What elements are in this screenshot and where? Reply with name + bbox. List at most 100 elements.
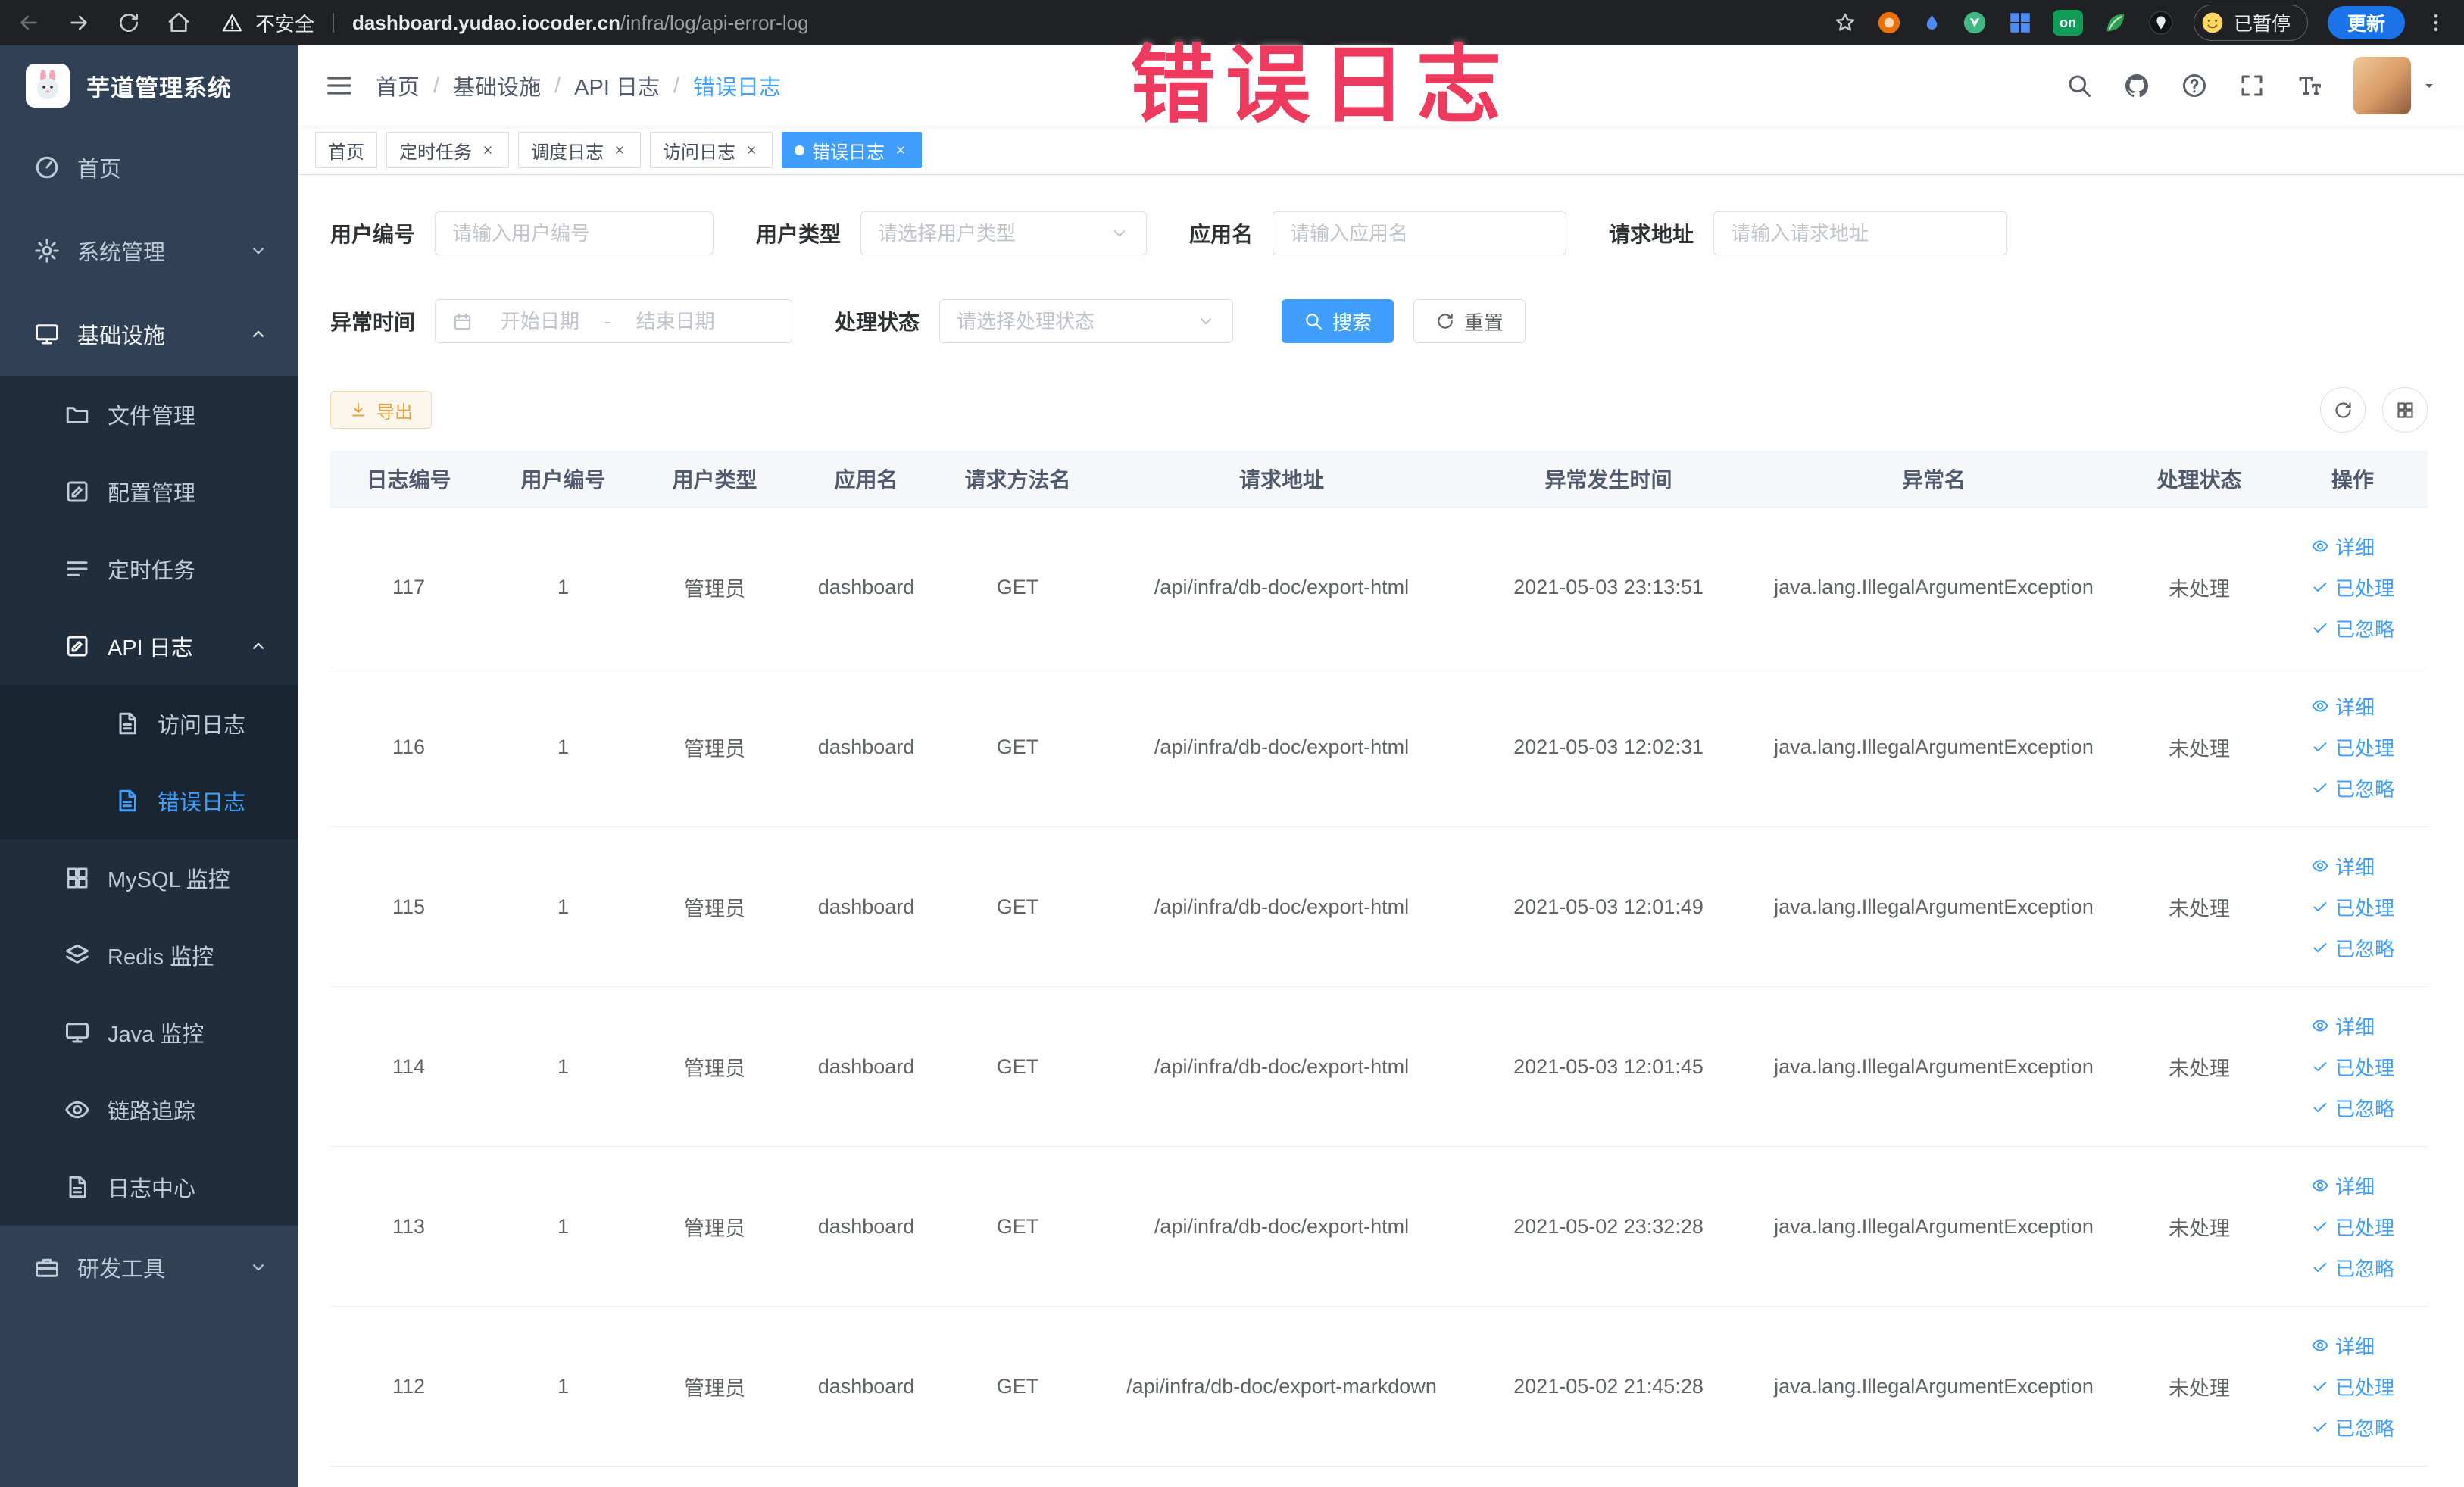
search-icon[interactable] bbox=[2066, 72, 2093, 99]
sidebar-item-api-log[interactable]: API 日志 bbox=[0, 608, 298, 685]
eye-icon bbox=[2311, 697, 2329, 715]
kebab-menu-icon[interactable] bbox=[2425, 11, 2447, 34]
action-ignored-link[interactable]: 已忽略 bbox=[2311, 1248, 2394, 1287]
action-processed-link[interactable]: 已处理 bbox=[2311, 1047, 2394, 1086]
end-date-input[interactable] bbox=[618, 309, 732, 333]
browser-profile-chip[interactable]: 已暂停 bbox=[2193, 5, 2308, 41]
bookmark-star-icon[interactable] bbox=[1834, 11, 1857, 34]
help-icon[interactable] bbox=[2181, 72, 2208, 99]
reset-button[interactable]: 重置 bbox=[1413, 299, 1526, 343]
sidebar-item-file-management[interactable]: 文件管理 bbox=[0, 376, 298, 453]
search-icon bbox=[1304, 311, 1323, 331]
breadcrumb: 首页 / 基础设施 / API 日志 / 错误日志 bbox=[376, 70, 781, 102]
action-processed-link[interactable]: 已处理 bbox=[2311, 1207, 2394, 1246]
action-processed-link[interactable]: 已处理 bbox=[2311, 1367, 2394, 1406]
breadcrumb-item-3[interactable]: API 日志 bbox=[574, 70, 660, 102]
github-icon[interactable] bbox=[2123, 72, 2150, 99]
export-button[interactable]: 导出 bbox=[330, 391, 432, 429]
tab-schedule-log[interactable]: 调度日志 bbox=[518, 132, 641, 168]
action-processed-link[interactable]: 已处理 bbox=[2311, 567, 2394, 607]
sidebar-item-config-management[interactable]: 配置管理 bbox=[0, 453, 298, 530]
action-detail-link[interactable]: 详细 bbox=[2311, 1326, 2375, 1365]
app-name-input[interactable] bbox=[1290, 221, 1550, 245]
action-processed-link[interactable]: 已处理 bbox=[2311, 727, 2394, 767]
leaf-extension-icon[interactable] bbox=[2103, 10, 2128, 36]
process-status-select[interactable] bbox=[939, 299, 1234, 343]
cell-actions: 详细 已处理 已忽略 bbox=[2305, 1326, 2400, 1447]
action-detail-link[interactable]: 详细 bbox=[2311, 686, 2375, 726]
action-ignored-link[interactable]: 已忽略 bbox=[2311, 1088, 2394, 1127]
table-row-112: 112 1 管理员 dashboard GET/api/infra/db-doc/exp… bbox=[330, 1307, 2428, 1467]
close-icon[interactable] bbox=[743, 142, 760, 158]
tab-access-log[interactable]: 访问日志 bbox=[650, 132, 773, 168]
action-detail-link[interactable]: 详细 bbox=[2311, 526, 2375, 566]
exception-time-range-picker[interactable]: - bbox=[435, 299, 793, 343]
cell-exception: java.lang.IllegalArgumentException bbox=[1774, 735, 2094, 758]
on-switch-extension-icon[interactable]: on bbox=[2052, 10, 2083, 36]
fullscreen-icon[interactable] bbox=[2238, 72, 2266, 99]
action-ignored-link[interactable]: 已忽略 bbox=[2311, 928, 2394, 967]
chevron-up-icon bbox=[248, 324, 268, 344]
sidebar-item-access-log[interactable]: 访问日志 bbox=[0, 685, 298, 762]
action-ignored-link[interactable]: 已忽略 bbox=[2311, 1407, 2394, 1447]
request-url-input[interactable] bbox=[1731, 221, 1991, 245]
tab-error-log[interactable]: 错误日志 bbox=[782, 132, 922, 168]
cell-time: 2021-05-03 12:01:49 bbox=[1513, 895, 1704, 918]
home-icon[interactable] bbox=[167, 11, 191, 35]
sidebar-item-mysql-monitor[interactable]: MySQL 监控 bbox=[0, 839, 298, 917]
forward-icon[interactable] bbox=[67, 11, 91, 35]
tab-home[interactable]: 首页 bbox=[315, 132, 377, 168]
sidebar-item-scheduled-tasks[interactable]: 定时任务 bbox=[0, 530, 298, 608]
sidebar-item-error-log[interactable]: 错误日志 bbox=[0, 762, 298, 839]
sidebar-item-redis-monitor[interactable]: Redis 监控 bbox=[0, 917, 298, 994]
action-ignored-link[interactable]: 已忽略 bbox=[2311, 768, 2394, 808]
user-menu[interactable] bbox=[2353, 57, 2438, 114]
monitor-icon bbox=[64, 1019, 91, 1046]
process-status-select-input[interactable] bbox=[957, 309, 1189, 333]
security-label: 不安全 bbox=[255, 12, 315, 36]
reload-icon[interactable] bbox=[117, 11, 141, 35]
sidebar-item-log-center[interactable]: 日志中心 bbox=[0, 1148, 298, 1226]
column-settings-button[interactable] bbox=[2382, 387, 2428, 433]
breadcrumb-item-1[interactable]: 首页 bbox=[376, 70, 420, 102]
sidebar-item-home[interactable]: 首页 bbox=[0, 126, 298, 209]
blue-grid-extension-icon[interactable] bbox=[2007, 10, 2033, 36]
orange-circle-extension-icon[interactable] bbox=[1876, 10, 1902, 36]
folder-icon bbox=[64, 401, 91, 428]
action-detail-link[interactable]: 详细 bbox=[2311, 846, 2375, 886]
hamburger-icon[interactable] bbox=[324, 70, 354, 101]
search-button[interactable]: 搜索 bbox=[1282, 299, 1394, 343]
user-avatar[interactable] bbox=[2353, 57, 2411, 114]
action-ignored-link[interactable]: 已忽略 bbox=[2311, 608, 2394, 648]
sidebar-item-system-management[interactable]: 系统管理 bbox=[0, 209, 298, 292]
close-icon[interactable] bbox=[611, 142, 628, 158]
user-type-select[interactable] bbox=[860, 211, 1148, 255]
sidebar-item-java-monitor[interactable]: Java 监控 bbox=[0, 994, 298, 1071]
close-icon[interactable] bbox=[479, 142, 496, 158]
refresh-button[interactable] bbox=[2320, 387, 2366, 433]
user-id-input[interactable] bbox=[452, 221, 697, 245]
app-logo[interactable]: 芋道管理系统 bbox=[0, 45, 298, 126]
address-bar[interactable]: 不安全 dashboard.yudao.iocoder.cn/infra/log… bbox=[214, 5, 1816, 40]
sidebar-item-dev-tools[interactable]: 研发工具 bbox=[0, 1226, 298, 1309]
blue-drop-extension-icon[interactable] bbox=[1922, 11, 1942, 35]
browser-update-button[interactable]: 更新 bbox=[2327, 6, 2405, 39]
cell-method: GET bbox=[996, 1214, 1039, 1238]
tab-scheduled-tasks[interactable]: 定时任务 bbox=[386, 132, 509, 168]
edit-icon bbox=[64, 633, 91, 660]
user-id-label: 用户编号 bbox=[330, 223, 416, 246]
action-detail-link[interactable]: 详细 bbox=[2311, 1006, 2375, 1045]
breadcrumb-item-2[interactable]: 基础设施 bbox=[453, 70, 541, 102]
action-processed-link[interactable]: 已处理 bbox=[2311, 887, 2394, 926]
sidebar-item-link-tracing[interactable]: 链路追踪 bbox=[0, 1071, 298, 1148]
user-type-select-input[interactable] bbox=[878, 221, 1103, 245]
check-icon bbox=[2311, 738, 2329, 756]
start-date-input[interactable] bbox=[483, 309, 598, 333]
back-icon[interactable] bbox=[17, 11, 41, 35]
pushpin-extension-icon[interactable] bbox=[2148, 10, 2174, 36]
font-size-icon[interactable] bbox=[2296, 72, 2323, 99]
close-icon[interactable] bbox=[892, 142, 909, 158]
vue-devtools-extension-icon[interactable] bbox=[1962, 10, 1988, 36]
action-detail-link[interactable]: 详细 bbox=[2311, 1166, 2375, 1205]
sidebar-item-infrastructure[interactable]: 基础设施 bbox=[0, 292, 298, 376]
